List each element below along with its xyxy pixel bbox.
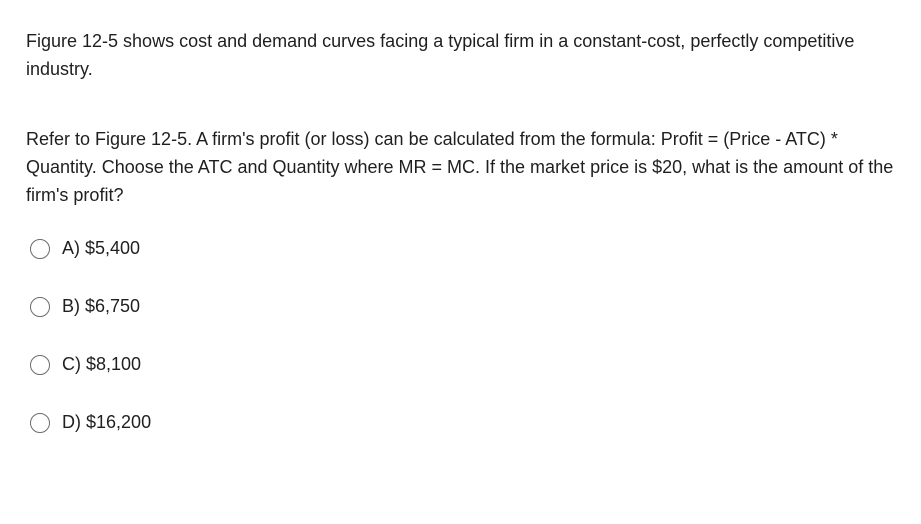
option-b[interactable]: B) $6,750 xyxy=(30,293,895,321)
radio-icon[interactable] xyxy=(30,239,50,259)
option-text: $5,400 xyxy=(85,238,140,258)
option-text: $8,100 xyxy=(86,354,141,374)
option-text: $6,750 xyxy=(85,296,140,316)
radio-icon[interactable] xyxy=(30,297,50,317)
option-label: D) $16,200 xyxy=(62,409,151,437)
option-letter: C) xyxy=(62,354,81,374)
option-label: C) $8,100 xyxy=(62,351,141,379)
option-c[interactable]: C) $8,100 xyxy=(30,351,895,379)
question-context: Figure 12-5 shows cost and demand curves… xyxy=(26,28,895,84)
option-label: B) $6,750 xyxy=(62,293,140,321)
option-a[interactable]: A) $5,400 xyxy=(30,235,895,263)
question-prompt: Refer to Figure 12-5. A firm's profit (o… xyxy=(26,126,895,210)
options-list: A) $5,400 B) $6,750 C) $8,100 D) $16,200 xyxy=(26,235,895,437)
option-text: $16,200 xyxy=(86,412,151,432)
option-letter: B) xyxy=(62,296,80,316)
question-block: Figure 12-5 shows cost and demand curves… xyxy=(0,0,921,437)
radio-icon[interactable] xyxy=(30,355,50,375)
option-label: A) $5,400 xyxy=(62,235,140,263)
option-d[interactable]: D) $16,200 xyxy=(30,409,895,437)
radio-icon[interactable] xyxy=(30,413,50,433)
option-letter: A) xyxy=(62,238,80,258)
option-letter: D) xyxy=(62,412,81,432)
